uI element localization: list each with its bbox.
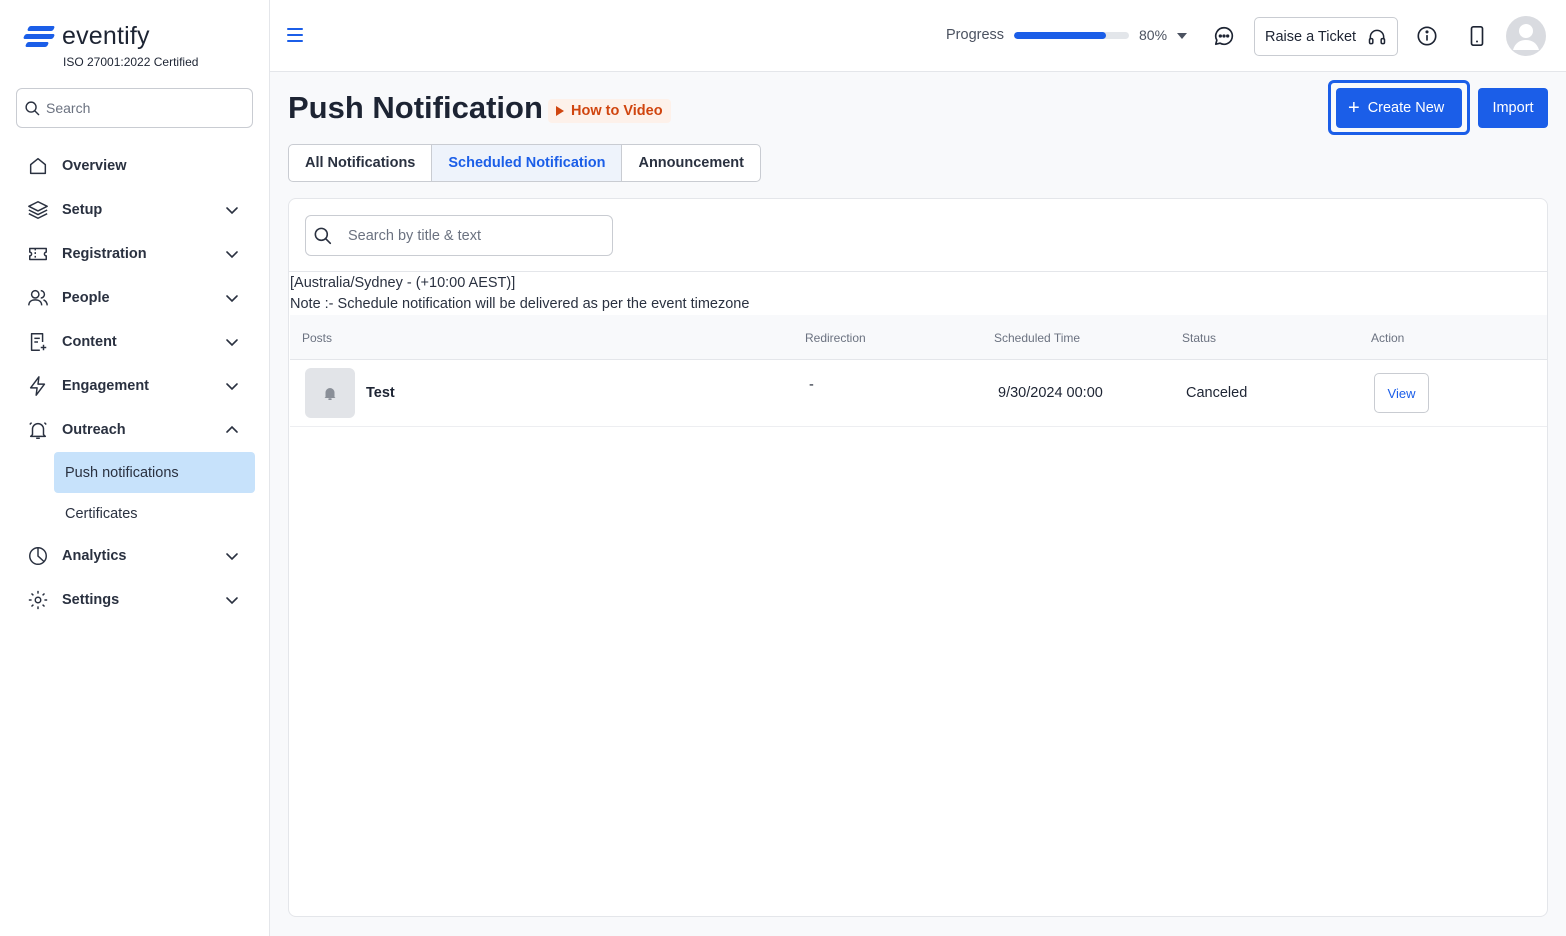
notification-thumbnail xyxy=(305,368,355,418)
scheduled-time-value: 9/30/2024 00:00 xyxy=(998,385,1103,401)
table-header: Posts Redirection Scheduled Time Status … xyxy=(290,315,1547,360)
user-avatar[interactable] xyxy=(1506,16,1546,56)
chevron-down-icon[interactable] xyxy=(224,246,240,262)
tab-all-notifications[interactable]: All Notifications xyxy=(289,145,433,181)
bell-alert-icon xyxy=(26,418,50,442)
chevron-down-icon[interactable] xyxy=(224,378,240,394)
sidebar-item-overview[interactable]: Overview xyxy=(0,144,270,188)
sidebar-search-input[interactable] xyxy=(46,100,236,116)
chat-icon[interactable] xyxy=(1213,25,1235,47)
column-header-scheduled-time: Scheduled Time xyxy=(994,331,1081,345)
content-icon xyxy=(26,330,50,354)
pie-chart-icon xyxy=(26,544,50,568)
sidebar-item-outreach[interactable]: Outreach xyxy=(0,408,270,452)
brand-logo[interactable]: eventify xyxy=(22,22,150,51)
create-new-label: Create New xyxy=(1367,100,1445,116)
notifications-card: [Australia/Sydney - (+10:00 AEST)] Note … xyxy=(288,198,1548,917)
play-icon xyxy=(556,106,564,116)
progress-fill xyxy=(1014,32,1106,39)
tab-scheduled-notification[interactable]: Scheduled Notification xyxy=(432,145,623,181)
notification-tabs: All Notifications Scheduled Notification… xyxy=(288,144,761,182)
sidebar-item-label: Registration xyxy=(62,246,147,262)
page-title: Push Notification xyxy=(288,90,543,125)
sidebar-search xyxy=(16,88,253,128)
bell-icon xyxy=(324,388,336,400)
divider xyxy=(289,271,1547,272)
headset-icon xyxy=(1368,29,1386,45)
plus-icon: + xyxy=(1348,97,1360,119)
home-icon xyxy=(26,154,50,178)
chevron-down-icon[interactable] xyxy=(224,592,240,608)
create-new-button[interactable]: + Create New xyxy=(1336,88,1462,128)
chevron-down-icon[interactable] xyxy=(224,548,240,564)
sidebar-item-analytics[interactable]: Analytics xyxy=(0,534,270,578)
people-icon xyxy=(26,286,50,310)
chevron-down-icon[interactable] xyxy=(224,334,240,350)
sidebar-item-label: Outreach xyxy=(62,422,126,438)
column-header-status: Status xyxy=(1182,331,1217,345)
raise-ticket-button[interactable]: Raise a Ticket xyxy=(1254,17,1398,56)
brand-name: eventify xyxy=(62,22,150,50)
how-to-video-link[interactable]: How to Video xyxy=(548,99,671,123)
notification-search xyxy=(305,215,613,256)
column-header-redirection: Redirection xyxy=(805,331,866,345)
progress-percent: 80% xyxy=(1139,27,1168,43)
sidebar-nav: Overview Setup Registration People Conte… xyxy=(0,144,270,622)
sidebar-item-label: Engagement xyxy=(62,378,150,394)
sidebar-item-settings[interactable]: Settings xyxy=(0,578,270,622)
notification-search-input[interactable] xyxy=(348,227,598,244)
ticket-icon xyxy=(26,242,50,266)
sidebar-item-label: Analytics xyxy=(62,548,127,564)
progress-dropdown-caret-icon[interactable] xyxy=(1177,33,1187,39)
gear-icon xyxy=(26,588,50,612)
sidebar-item-content[interactable]: Content xyxy=(0,320,270,364)
layers-icon xyxy=(26,198,50,222)
progress-bar xyxy=(1014,32,1129,39)
mobile-phone-icon[interactable] xyxy=(1468,25,1486,47)
eventify-logo-icon xyxy=(22,24,56,50)
sidebar-subitem-certificates[interactable]: Certificates xyxy=(54,493,255,534)
view-button[interactable]: View xyxy=(1374,373,1429,413)
post-title: Test xyxy=(366,385,395,401)
tab-announcement[interactable]: Announcement xyxy=(622,145,760,181)
topbar: Progress 80% Raise a Ticket xyxy=(270,0,1566,72)
raise-ticket-label: Raise a Ticket xyxy=(1265,28,1357,45)
how-to-video-label: How to Video xyxy=(571,103,663,119)
timezone-text: [Australia/Sydney - (+10:00 AEST)] xyxy=(290,275,516,291)
sidebar-item-label: Setup xyxy=(62,202,103,218)
sidebar-item-engagement[interactable]: Engagement xyxy=(0,364,270,408)
user-icon xyxy=(1513,24,1539,50)
iso-certification: ISO 27001:2022 Certified xyxy=(63,55,199,69)
sidebar: eventify ISO 27001:2022 Certified Overvi… xyxy=(0,0,270,936)
sidebar-item-people[interactable]: People xyxy=(0,276,270,320)
column-header-posts: Posts xyxy=(302,331,333,345)
lightning-icon xyxy=(26,374,50,398)
info-icon[interactable] xyxy=(1416,25,1438,47)
sidebar-item-registration[interactable]: Registration xyxy=(0,232,270,276)
chevron-down-icon[interactable] xyxy=(224,290,240,306)
sidebar-item-label: Overview xyxy=(62,158,127,174)
progress-label: Progress xyxy=(946,27,1005,43)
search-icon xyxy=(25,100,40,115)
table-row: Test - 9/30/2024 00:00 Canceled View xyxy=(290,360,1547,427)
sidebar-item-setup[interactable]: Setup xyxy=(0,188,270,232)
column-header-action: Action xyxy=(1371,331,1405,345)
hamburger-menu-icon[interactable] xyxy=(287,28,303,42)
redirection-value: - xyxy=(809,377,814,393)
chevron-down-icon[interactable] xyxy=(224,202,240,218)
chevron-up-icon[interactable] xyxy=(224,422,240,438)
import-button[interactable]: Import xyxy=(1478,88,1548,128)
schedule-note: Note :- Schedule notification will be de… xyxy=(290,296,750,312)
search-icon xyxy=(314,227,332,244)
sidebar-subitem-push-notifications[interactable]: Push notifications xyxy=(54,452,255,493)
sidebar-item-label: Content xyxy=(62,334,117,350)
sidebar-item-label: Settings xyxy=(62,592,120,608)
status-value: Canceled xyxy=(1186,385,1248,401)
sidebar-item-label: People xyxy=(62,290,110,306)
